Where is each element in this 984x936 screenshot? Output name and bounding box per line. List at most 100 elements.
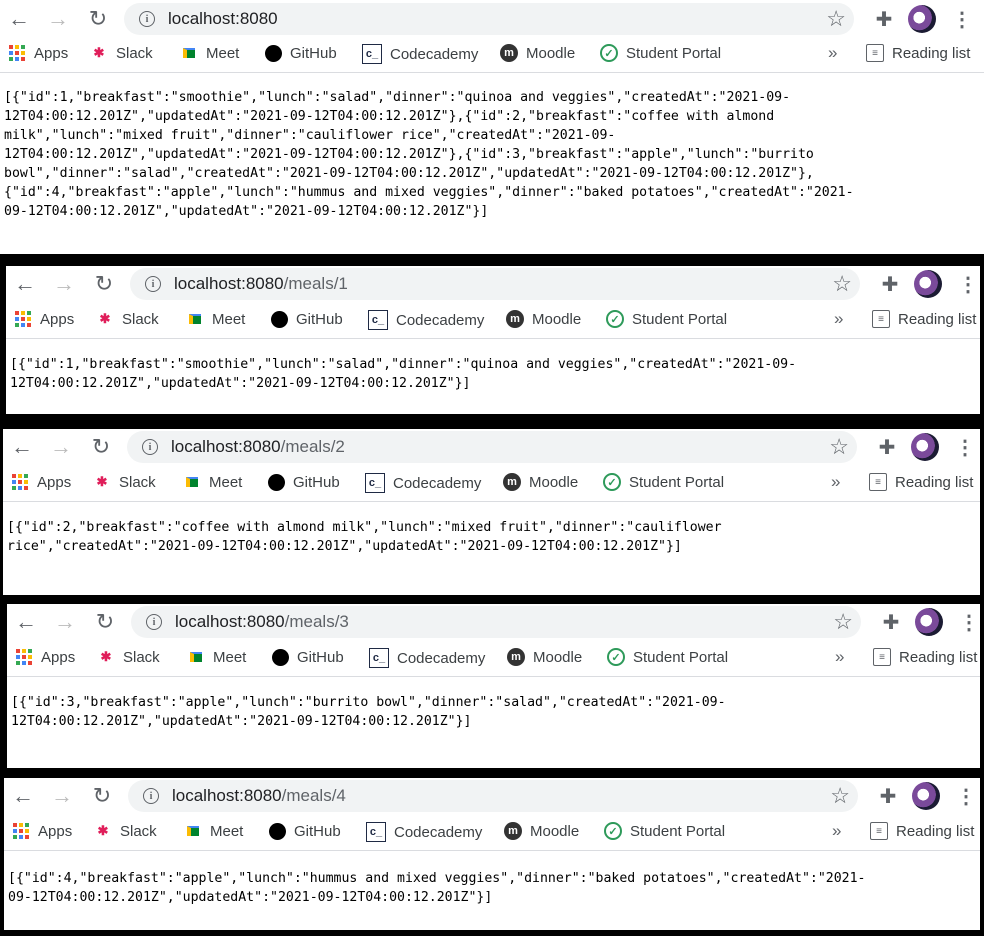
back-arrow-icon[interactable]: ← (13, 271, 37, 296)
bookmark-codecademy[interactable]: c_ Codecademy (369, 648, 485, 668)
moodle-icon: m (506, 310, 524, 328)
reading-list-button[interactable]: ≡ Reading list (873, 648, 977, 666)
extensions-puzzle-icon[interactable]: ✚ (875, 435, 899, 459)
bookmark-github[interactable]: GitHub (267, 473, 340, 491)
bookmark-meet[interactable]: Meet (187, 648, 246, 666)
site-info-icon[interactable]: i (142, 439, 158, 455)
bookmark-github[interactable]: GitHub (270, 310, 343, 328)
bookmark-github[interactable]: GitHub (268, 822, 341, 840)
bookmark-moodle[interactable]: m Moodle (506, 310, 581, 328)
back-arrow-icon[interactable]: ← (11, 783, 35, 808)
back-arrow-icon[interactable]: ← (7, 6, 31, 31)
bookmark-meet[interactable]: Meet (183, 473, 242, 491)
bookmark-github[interactable]: GitHub (271, 648, 344, 666)
bookmark-apps[interactable]: Apps (14, 310, 74, 328)
extensions-puzzle-icon[interactable]: ✚ (872, 7, 896, 31)
site-info-icon[interactable]: i (146, 614, 162, 630)
more-menu-icon[interactable]: ⋮ (956, 272, 980, 296)
forward-arrow-icon[interactable]: → (53, 609, 77, 634)
bookmark-slack[interactable]: ✱ Slack (97, 648, 160, 666)
bookmark-student-portal[interactable]: ✓ Student Portal (607, 648, 728, 666)
address-bar[interactable]: i localhost:8080/meals/2 ☆ (127, 431, 857, 463)
meet-icon (184, 822, 202, 840)
profile-avatar[interactable] (911, 433, 939, 461)
extensions-puzzle-icon[interactable]: ✚ (878, 272, 902, 296)
bookmark-star-icon[interactable]: ☆ (830, 783, 850, 809)
reload-icon[interactable]: ↻ (89, 434, 113, 459)
bookmark-codecademy[interactable]: c_ Codecademy (366, 822, 482, 842)
browser-toolbar: ← → ↻ i localhost:8080/meals/2 ☆ ✚ ⋮ (3, 429, 980, 465)
reload-icon[interactable]: ↻ (90, 783, 114, 808)
bookmark-slack[interactable]: ✱ Slack (90, 44, 153, 62)
forward-arrow-icon[interactable]: → (49, 434, 73, 459)
address-bar[interactable]: i localhost:8080/meals/3 ☆ (131, 606, 861, 638)
reading-list-icon: ≡ (866, 44, 884, 62)
address-bar[interactable]: i localhost:8080/meals/1 ☆ (130, 268, 860, 300)
profile-avatar[interactable] (915, 608, 943, 636)
bookmark-apps[interactable]: Apps (12, 822, 72, 840)
bookmarks-overflow-chevron-icon[interactable]: » (835, 647, 844, 667)
reading-list-button[interactable]: ≡ Reading list (872, 310, 976, 328)
bookmarks-overflow-chevron-icon[interactable]: » (832, 821, 841, 841)
forward-arrow-icon[interactable]: → (50, 783, 74, 808)
bookmark-codecademy[interactable]: c_ Codecademy (368, 310, 484, 330)
more-menu-icon[interactable]: ⋮ (950, 7, 974, 31)
moodle-icon: m (503, 473, 521, 491)
bookmark-meet[interactable]: Meet (184, 822, 243, 840)
bookmark-student-portal[interactable]: ✓ Student Portal (604, 822, 725, 840)
bookmark-codecademy[interactable]: c_ Codecademy (362, 44, 478, 64)
bookmark-moodle[interactable]: m Moodle (504, 822, 579, 840)
reload-icon[interactable]: ↻ (93, 609, 117, 634)
bookmark-meet[interactable]: Meet (186, 310, 245, 328)
extensions-puzzle-icon[interactable]: ✚ (876, 784, 900, 808)
bookmark-codecademy[interactable]: c_ Codecademy (365, 473, 481, 493)
forward-arrow-icon[interactable]: → (52, 271, 76, 296)
site-info-icon[interactable]: i (139, 11, 155, 27)
bookmark-apps[interactable]: Apps (11, 473, 71, 491)
bookmark-moodle[interactable]: m Moodle (507, 648, 582, 666)
apps-grid-icon (15, 648, 33, 666)
bookmark-meet[interactable]: Meet (180, 44, 239, 62)
address-bar[interactable]: i localhost:8080 ☆ (124, 3, 854, 35)
more-menu-icon[interactable]: ⋮ (954, 784, 978, 808)
reload-icon[interactable]: ↻ (92, 271, 116, 296)
bookmark-github[interactable]: GitHub (264, 44, 337, 62)
profile-avatar[interactable] (912, 782, 940, 810)
bookmarks-overflow-chevron-icon[interactable]: » (828, 43, 837, 63)
extensions-puzzle-icon[interactable]: ✚ (879, 610, 903, 634)
site-info-icon[interactable]: i (143, 788, 159, 804)
bookmark-student-portal[interactable]: ✓ Student Portal (606, 310, 727, 328)
more-menu-icon[interactable]: ⋮ (953, 435, 977, 459)
address-bar[interactable]: i localhost:8080/meals/4 ☆ (128, 780, 858, 812)
bookmark-moodle[interactable]: m Moodle (503, 473, 578, 491)
reading-list-button[interactable]: ≡ Reading list (869, 473, 973, 491)
bookmark-apps[interactable]: Apps (8, 44, 68, 62)
reading-list-button[interactable]: ≡ Reading list (866, 44, 970, 62)
bookmark-slack[interactable]: ✱ Slack (94, 822, 157, 840)
reload-icon[interactable]: ↻ (86, 6, 110, 31)
forward-arrow-icon[interactable]: → (46, 6, 70, 31)
back-arrow-icon[interactable]: ← (10, 434, 34, 459)
bookmark-student-portal[interactable]: ✓ Student Portal (600, 44, 721, 62)
profile-avatar[interactable] (914, 270, 942, 298)
bookmarks-overflow-chevron-icon[interactable]: » (831, 472, 840, 492)
browser-window-meal-1: ← → ↻ i localhost:8080/meals/1 ☆ ✚ ⋮ App… (6, 266, 980, 414)
reading-list-button[interactable]: ≡ Reading list (870, 822, 974, 840)
back-arrow-icon[interactable]: ← (14, 609, 38, 634)
bookmark-student-portal[interactable]: ✓ Student Portal (603, 473, 724, 491)
bookmarks-overflow-chevron-icon[interactable]: » (834, 309, 843, 329)
bookmark-star-icon[interactable]: ☆ (826, 6, 846, 32)
bookmark-star-icon[interactable]: ☆ (833, 609, 853, 635)
bookmark-moodle[interactable]: m Moodle (500, 44, 575, 62)
site-info-icon[interactable]: i (145, 276, 161, 292)
bookmark-slack[interactable]: ✱ Slack (93, 473, 156, 491)
browser-toolbar: ← → ↻ i localhost:8080/meals/4 ☆ ✚ ⋮ (4, 778, 980, 814)
profile-avatar[interactable] (908, 5, 936, 33)
bookmark-star-icon[interactable]: ☆ (829, 434, 849, 460)
github-icon (271, 648, 289, 666)
bookmark-apps[interactable]: Apps (15, 648, 75, 666)
more-menu-icon[interactable]: ⋮ (957, 610, 980, 634)
bookmark-slack[interactable]: ✱ Slack (96, 310, 159, 328)
browser-toolbar: ← → ↻ i localhost:8080/meals/3 ☆ ✚ ⋮ (7, 604, 980, 640)
bookmark-star-icon[interactable]: ☆ (832, 271, 852, 297)
